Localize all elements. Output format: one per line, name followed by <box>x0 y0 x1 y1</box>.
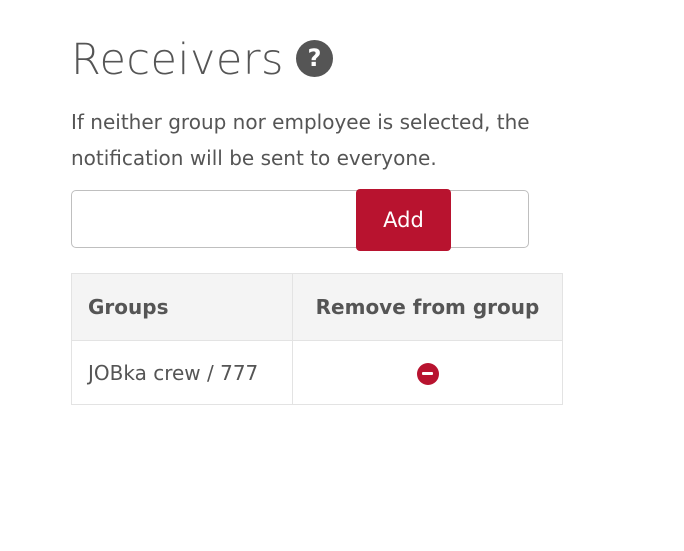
add-button[interactable]: Add <box>356 189 451 251</box>
groups-column-header: Groups <box>71 273 293 341</box>
minus-circle-icon[interactable] <box>416 362 439 385</box>
receivers-panel: Receivers ? If neither group nor employe… <box>71 30 671 405</box>
receivers-description: If neither group nor employee is selecte… <box>71 110 530 170</box>
remove-cell <box>292 340 563 405</box>
receiver-search-input[interactable] <box>80 201 354 239</box>
receiver-input-group: Add <box>71 189 529 251</box>
remove-column-header: Remove from group <box>292 273 563 341</box>
page-title: Receivers <box>71 35 284 85</box>
group-name-cell: JOBka crew / 777 <box>71 340 293 405</box>
question-circle-icon[interactable]: ? <box>295 39 333 77</box>
groups-table: Groups Remove from group JOBka crew / 77… <box>71 273 563 405</box>
table-header-row: Groups Remove from group <box>71 273 563 341</box>
title-row: Receivers ? <box>71 30 671 90</box>
table-row: JOBka crew / 777 <box>71 340 563 405</box>
